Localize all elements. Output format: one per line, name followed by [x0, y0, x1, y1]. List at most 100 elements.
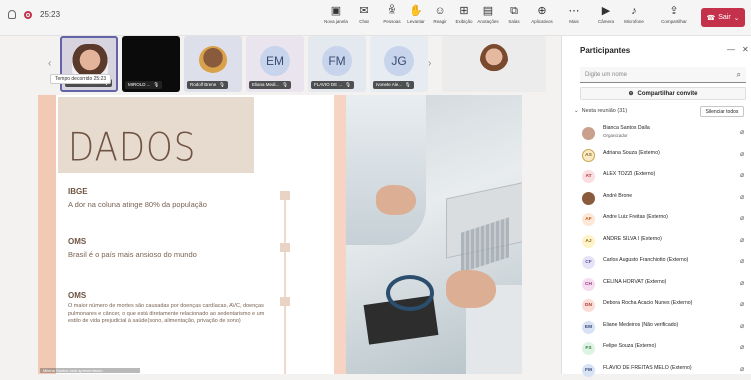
- toolbar-button-chat[interactable]: ✉ Chat: [350, 4, 378, 32]
- close-icon[interactable]: ✕: [742, 45, 749, 54]
- tile-name-label: MIROLD ... 🎙︎: [125, 81, 163, 89]
- mic-off-icon: 🎙︎: [153, 82, 160, 87]
- participant-row[interactable]: André Brone ⌀: [578, 188, 748, 208]
- toolbar-icon: ✋: [409, 5, 423, 17]
- chevron-left-icon[interactable]: ‹: [48, 58, 51, 69]
- toolbar-button-salas[interactable]: ⧉ Salas: [500, 4, 528, 32]
- shield-icon: [8, 10, 16, 19]
- tile-name-label: Rodolf Brene 🎙︎: [187, 81, 228, 89]
- participant-row[interactable]: AF Andre Luiz Freitas (Externo) ⌀: [578, 209, 748, 229]
- toolbar-label: Aplicativos: [531, 19, 553, 24]
- participant-row[interactable]: CF Carlos Augusto Franchiotto (Externo) ⌀: [578, 252, 748, 272]
- tile-name: Eliana Medi...: [252, 82, 280, 87]
- toolbar-button-microfone[interactable]: ♪ Microfone: [620, 4, 648, 32]
- participant-name: Bianca Santos Dalla: [603, 125, 650, 131]
- avatar: EM: [582, 320, 595, 334]
- toolbar-label: Nova janela: [324, 19, 348, 24]
- avatar: AT: [582, 170, 595, 183]
- participant-row[interactable]: FM FLAVIO DE FREITAS MELO (Externo) ⌀: [578, 360, 748, 380]
- chevron-right-icon[interactable]: ›: [428, 58, 431, 69]
- timeline-marker: [280, 191, 290, 200]
- mic-off-icon[interactable]: ⌀: [740, 343, 744, 351]
- participant-row[interactable]: EM Eliane Medeiros (Não verificado) ⌀: [578, 317, 748, 337]
- tile-name: MIROLD ...: [128, 82, 151, 87]
- participant-row[interactable]: FS Felipe Souza (Externo) ⌀: [578, 338, 748, 358]
- tile-name-label: Eliana Medi... 🎙︎: [249, 81, 291, 89]
- participant-row[interactable]: AS Adriana Souza (Externo) ⌀: [578, 145, 748, 165]
- tile-initials: JG: [384, 46, 414, 76]
- mic-off-icon[interactable]: ⌀: [740, 279, 744, 287]
- stethoscope-shape: [386, 275, 434, 311]
- phone-icon: ☎: [706, 14, 716, 22]
- toolbar-button-compartilhar[interactable]: ⇪ Compartilhar: [660, 4, 688, 32]
- share-invite-button[interactable]: ⊕ Compartilhar convite: [580, 87, 746, 100]
- participant-row[interactable]: DN Debora Rocha Acacio Nunes (Externo) ⌀: [578, 295, 748, 315]
- in-meeting-section[interactable]: ⌄ Nesta reunião (31): [574, 108, 627, 114]
- toolbar-label: Exibição: [455, 19, 473, 24]
- search-input[interactable]: Digite um nome ⌕: [580, 67, 746, 83]
- section-text-1: A dor na coluna atinge 80% da população: [68, 200, 207, 209]
- avatar: [582, 127, 595, 140]
- search-icon: ⌕: [736, 70, 741, 79]
- mic-off-icon[interactable]: ⌀: [740, 214, 744, 222]
- presenter-label: Milena Santos está apresentando: [40, 368, 140, 373]
- toolbar-icon: ⊕: [537, 5, 547, 17]
- mute-all-button[interactable]: Silenciar todos: [700, 106, 744, 117]
- mic-off-icon[interactable]: ⌀: [740, 128, 744, 136]
- toolbar-button-c-mera[interactable]: ▶ Câmera: [592, 4, 620, 32]
- video-tile[interactable]: EM Eliana Medi... 🎙︎: [246, 36, 304, 92]
- avatar: AJ: [582, 234, 595, 248]
- section-head-3: OMS: [68, 291, 87, 300]
- leave-label: Sair: [718, 14, 731, 21]
- tile-name: Rodolf Brene: [190, 82, 217, 87]
- participant-name: ANDRE SILVA I (Externo): [603, 235, 662, 242]
- mic-off-icon[interactable]: ⌀: [740, 300, 744, 308]
- doctor-photo: [346, 95, 522, 374]
- leave-button[interactable]: ☎ Sair ⌄: [701, 8, 745, 27]
- video-tile[interactable]: FM FLAVIO DE ... 🎙︎: [308, 36, 366, 92]
- mic-off-icon[interactable]: ⌀: [740, 171, 744, 179]
- participant-name: CELINA HORVAT (Externo): [603, 278, 667, 285]
- toolbar-left: 25:23: [8, 10, 60, 19]
- person-add-icon: ⊕: [628, 91, 634, 97]
- self-view-tile[interactable]: [442, 36, 546, 92]
- mic-off-icon[interactable]: ⌀: [740, 322, 744, 330]
- participant-row[interactable]: AT ALEX TOZZI (Externo) ⌀: [578, 166, 748, 186]
- mic-off-icon[interactable]: ⌀: [740, 150, 744, 158]
- mic-off-icon[interactable]: ⌀: [740, 236, 744, 244]
- tile-initials: EM: [260, 46, 290, 76]
- participant-name: Eliane Medeiros (Não verificado): [603, 321, 679, 328]
- toolbar-button-aplicativos[interactable]: ⊕ Aplicativos: [528, 4, 556, 32]
- mic-off-icon: 🎙︎: [219, 82, 225, 87]
- participant-role: Organizador: [603, 133, 628, 138]
- slide-right-band: [334, 95, 346, 374]
- tile-name: Ivonete Ale...: [376, 82, 403, 87]
- timeline-marker: [280, 297, 290, 306]
- video-tile[interactable]: MIROLD ... 🎙︎: [122, 36, 180, 92]
- mic-off-icon[interactable]: ⌀: [740, 365, 744, 373]
- section-label: Nesta reunião (31): [581, 108, 628, 114]
- toolbar-button-anota-es[interactable]: ▤ Anotações: [474, 4, 502, 32]
- participant-row[interactable]: AJ ANDRE SILVA I (Externo) ⌀: [578, 231, 748, 251]
- participant-name: Carlos Augusto Franchiotto (Externo): [603, 257, 689, 263]
- elapsed-time-tooltip: Tempo decorrido 25:23: [50, 74, 112, 84]
- toolbar-icon: ⊞: [459, 5, 469, 17]
- toolbar-label: Levantar: [407, 19, 425, 24]
- mic-off-icon[interactable]: ⌀: [740, 193, 744, 201]
- toolbar-button-nova-janela[interactable]: ▣ Nova janela: [322, 4, 350, 32]
- minimize-icon[interactable]: —: [727, 45, 735, 54]
- video-tile[interactable]: JG Ivonete Ale... 🎙︎: [370, 36, 428, 92]
- tile-name-label: FLAVIO DE ... 🎙︎: [311, 81, 354, 89]
- participant-row[interactable]: CH CELINA HORVAT (Externo) ⌀: [578, 274, 748, 294]
- participant-photo: [199, 46, 227, 74]
- timeline-marker: [280, 243, 290, 252]
- share-label: Compartilhar convite: [637, 90, 698, 97]
- participant-row[interactable]: Bianca Santos Dalla Organizador ⌀: [578, 123, 748, 143]
- avatar: CF: [582, 256, 595, 269]
- chevron-down-icon[interactable]: ⌄: [734, 14, 740, 22]
- video-tile[interactable]: Rodolf Brene 🎙︎: [184, 36, 242, 92]
- mic-off-icon[interactable]: ⌀: [740, 257, 744, 265]
- toolbar-button-mais[interactable]: ⋯ Mais: [560, 4, 588, 32]
- toolbar-icon: ✉: [359, 5, 369, 17]
- participant-name: Debora Rocha Acacio Nunes (Externo): [603, 300, 693, 306]
